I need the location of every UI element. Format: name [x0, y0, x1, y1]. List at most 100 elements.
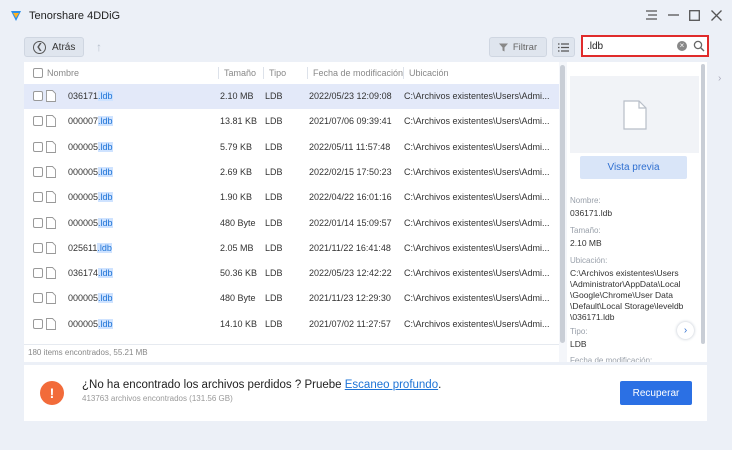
- row-name: 000007.ldb: [68, 116, 113, 127]
- row-location: C:\Archivos existentes\Users\Admi...: [404, 242, 550, 253]
- row-date: 2022/02/15 17:50:23: [309, 166, 392, 177]
- header-name[interactable]: Nombre: [47, 68, 79, 78]
- row-date: 2022/05/23 12:09:08: [309, 91, 392, 101]
- table-row[interactable]: 000005.ldb 1.90 KB LDB 2022/04/22 16:01:16 C…: [24, 185, 559, 210]
- row-date: 2021/07/06 09:39:41: [309, 116, 392, 127]
- row-checkbox[interactable]: [33, 268, 43, 279]
- close-icon[interactable]: [709, 8, 723, 22]
- row-checkbox[interactable]: [33, 217, 43, 228]
- row-checkbox[interactable]: [33, 116, 43, 127]
- row-name: 000005.ldb: [68, 318, 113, 329]
- row-size: 480 Byte: [220, 217, 256, 228]
- row-date: 2022/04/22 16:01:16: [309, 192, 392, 203]
- row-type: LDB: [265, 268, 283, 279]
- file-icon: [46, 216, 56, 229]
- row-type: LDB: [265, 318, 283, 329]
- header-type[interactable]: Tipo: [269, 68, 286, 78]
- preview-size-value: 2.10 MB: [570, 238, 602, 248]
- preview-button[interactable]: Vista previa: [580, 156, 687, 179]
- header-size[interactable]: Tamaño: [224, 68, 256, 78]
- file-icon: [46, 140, 56, 153]
- row-checkbox[interactable]: [33, 91, 43, 101]
- menu-icon[interactable]: [644, 8, 658, 22]
- preview-name-value: 036171.ldb: [570, 208, 613, 218]
- search-icon[interactable]: [693, 40, 705, 52]
- file-list-panel: Nombre Tamaño Tipo Fecha de modificación…: [24, 62, 559, 362]
- row-date: 2022/05/23 12:42:22: [309, 268, 392, 279]
- up-arrow-icon[interactable]: ↑: [92, 38, 106, 56]
- collapse-chevron-icon[interactable]: ›: [718, 73, 721, 84]
- row-location: C:\Archivos existentes\Users\Admi...: [404, 293, 550, 304]
- row-type: LDB: [265, 141, 283, 152]
- row-location: C:\Archivos existentes\Users\Admi...: [404, 141, 550, 152]
- warning-icon: !: [40, 381, 64, 405]
- row-checkbox[interactable]: [33, 293, 43, 304]
- filter-label: Filtrar: [512, 41, 538, 53]
- preview-name-label: Nombre:: [570, 196, 601, 205]
- table-row[interactable]: 036174.ldb 50.36 KB LDB 2022/05/23 12:42:22…: [24, 261, 559, 286]
- next-chevron-icon[interactable]: ›: [677, 322, 694, 339]
- filter-icon: [498, 43, 508, 51]
- header-date[interactable]: Fecha de modificación: [313, 68, 403, 78]
- table-header: Nombre Tamaño Tipo Fecha de modificación…: [24, 62, 559, 84]
- preview-type-label: Tipo:: [570, 327, 588, 336]
- table-row[interactable]: 036171.ldb 2.10 MB LDB 2022/05/23 12:09:08 C…: [24, 84, 559, 109]
- minimize-icon[interactable]: [666, 8, 680, 22]
- row-checkbox[interactable]: [33, 192, 43, 203]
- row-size: 14.10 KB: [220, 318, 258, 329]
- list-view-button[interactable]: [552, 37, 575, 57]
- row-location: C:\Archivos existentes\Users\Admi...: [404, 192, 550, 203]
- search-input[interactable]: [587, 40, 675, 52]
- back-button[interactable]: ❮ Atrás: [24, 37, 84, 57]
- not-found-message: ¿No ha encontrado los archivos perdidos …: [82, 379, 442, 391]
- row-size: 2.05 MB: [220, 242, 254, 253]
- list-scrollbar-thumb[interactable]: [560, 65, 565, 343]
- list-view-icon: [558, 42, 569, 52]
- row-date: 2022/01/14 15:09:57: [309, 217, 392, 228]
- row-name: 036174.ldb: [68, 268, 113, 279]
- search-box[interactable]: ×: [581, 35, 709, 57]
- app-title: Tenorshare 4DDiG: [29, 10, 121, 22]
- row-type: LDB: [265, 293, 283, 304]
- row-checkbox[interactable]: [33, 166, 43, 177]
- preview-location-value: C:\Archivos existentes\Users \Administra…: [570, 268, 684, 322]
- row-name: 000005.ldb: [68, 141, 113, 152]
- filter-button[interactable]: Filtrar: [489, 37, 547, 57]
- row-location: C:\Archivos existentes\Users\Admi...: [404, 166, 550, 177]
- row-checkbox[interactable]: [33, 318, 43, 329]
- row-date: 2021/07/02 11:27:57: [309, 318, 391, 329]
- file-icon: [46, 241, 56, 254]
- select-all-checkbox[interactable]: [33, 68, 43, 78]
- table-row[interactable]: 025611.ldb 2.05 MB LDB 2021/11/22 16:41:48 C…: [24, 236, 559, 261]
- file-icon: [622, 99, 647, 130]
- preview-location-label: Ubicación:: [570, 256, 608, 265]
- row-type: LDB: [265, 217, 283, 228]
- header-location[interactable]: Ubicación: [409, 68, 449, 78]
- row-checkbox[interactable]: [33, 242, 43, 253]
- clear-search-icon[interactable]: ×: [677, 41, 687, 51]
- table-row[interactable]: 000007.ldb 13.81 KB LDB 2021/07/06 09:39:41…: [24, 109, 559, 134]
- maximize-icon[interactable]: [687, 8, 701, 22]
- table-row[interactable]: 000005.ldb 14.10 KB LDB 2021/07/02 11:27:57…: [24, 312, 559, 337]
- table-row[interactable]: 000005.ldb 480 Byte LDB 2021/11/23 12:29:30…: [24, 286, 559, 311]
- items-found-count: 180 items encontrados, 55.21 MB: [28, 348, 148, 357]
- row-location: C:\Archivos existentes\Users\Admi...: [404, 318, 550, 329]
- row-type: LDB: [265, 116, 283, 127]
- row-name: 000005.ldb: [68, 217, 113, 228]
- recover-button[interactable]: Recuperar: [620, 381, 692, 405]
- row-checkbox[interactable]: [33, 141, 43, 152]
- deep-scan-link[interactable]: Escaneo profundo: [345, 379, 438, 391]
- table-row[interactable]: 000005.ldb 480 Byte LDB 2022/01/14 15:09:57…: [24, 211, 559, 236]
- row-name: 036171.ldb: [68, 91, 113, 101]
- row-name: 025611.ldb: [68, 242, 112, 253]
- row-date: 2021/11/22 16:41:48: [309, 242, 391, 253]
- row-date: 2022/05/11 11:57:48: [309, 141, 391, 152]
- title-bar: Tenorshare 4DDiG: [0, 0, 732, 32]
- table-row[interactable]: 000005.ldb 5.79 KB LDB 2022/05/11 11:57:48 C…: [24, 135, 559, 160]
- row-location: C:\Archivos existentes\Users\Admi...: [404, 116, 550, 127]
- preview-scrollbar[interactable]: [701, 64, 705, 344]
- table-row[interactable]: 000005.ldb 2.69 KB LDB 2022/02/15 17:50:23 C…: [24, 160, 559, 185]
- files-found-summary: 413763 archivos encontrados (131.56 GB): [82, 394, 233, 403]
- list-scrollbar[interactable]: [559, 62, 567, 362]
- preview-type-value: LDB: [570, 339, 587, 349]
